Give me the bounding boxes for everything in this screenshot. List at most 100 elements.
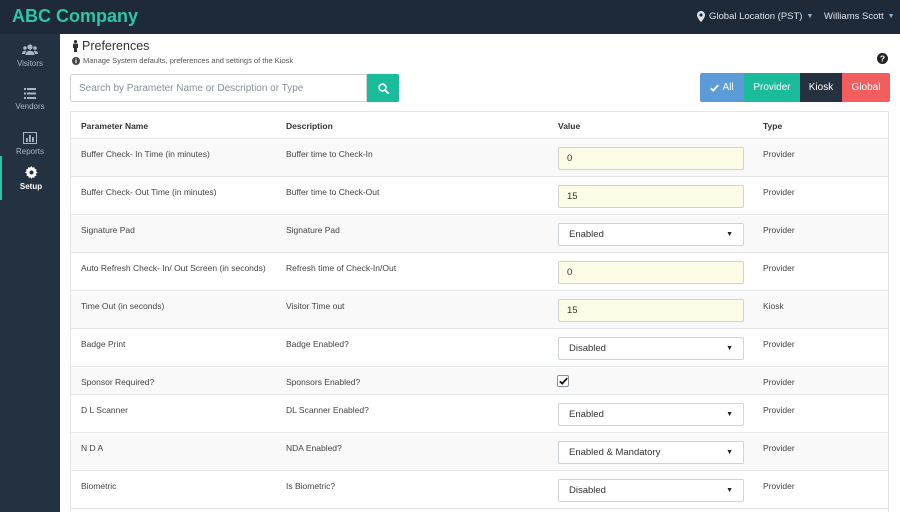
chevron-down-icon: ▼	[887, 13, 895, 20]
top-bar: ABC Company Global Location (PST) ▼ Will…	[0, 0, 900, 34]
parameter-name: N D A	[81, 443, 104, 453]
chevron-down-icon: ▼	[806, 13, 814, 20]
parameter-type: Provider	[763, 443, 795, 453]
parameter-type: Kiosk	[763, 301, 784, 311]
parameter-type: Provider	[763, 149, 795, 159]
check-icon	[710, 84, 720, 92]
parameter-description: Is Biometric?	[286, 481, 336, 491]
parameter-name: Time Out (in seconds)	[81, 301, 165, 311]
sidebar-item-label: Visitors	[16, 58, 44, 68]
gear-icon	[24, 165, 38, 179]
table-row: Sponsor Required? Sponsors Enabled? Provid…	[71, 368, 888, 395]
user-menu[interactable]: Williams Scott ▼	[824, 11, 895, 22]
table-row: Biometric Is Biometric? Disabled ▼ Provider	[71, 472, 888, 509]
table-row: Buffer Check- In Time (in minutes) Buffer…	[71, 140, 888, 177]
column-header-name: Parameter Name	[81, 121, 149, 131]
preferences-table: Parameter Name Description Value Type Bu…	[70, 111, 889, 512]
parameter-description: Refresh time of Check-In/Out	[286, 263, 397, 273]
chevron-down-icon: ▼	[726, 411, 733, 418]
filter-kiosk-button[interactable]: Kiosk	[800, 73, 842, 102]
page-subtitle: Manage System defaults, preferences and …	[72, 56, 293, 65]
location-label: Global Location (PST)	[709, 11, 803, 22]
parameter-type: Provider	[763, 225, 795, 235]
table-row: D L Scanner DL Scanner Enabled? Enabled ▼ Pr…	[71, 396, 888, 433]
help-icon[interactable]: ?	[877, 53, 888, 64]
parameter-type: Provider	[763, 339, 795, 349]
value-input[interactable]	[558, 299, 744, 322]
table-row: N D A NDA Enabled? Enabled & Mandatory ▼ Pro…	[71, 434, 888, 471]
page-subtitle-text: Manage System defaults, preferences and …	[83, 56, 294, 65]
parameter-description: DL Scanner Enabled?	[286, 405, 369, 415]
page-title: Preferences	[72, 39, 149, 53]
list-icon	[24, 88, 36, 99]
map-marker-icon	[697, 11, 705, 22]
parameter-name: Sponsor Required?	[81, 377, 155, 387]
parameter-name: Badge Print	[81, 339, 126, 349]
parameter-name: Biometric	[81, 481, 117, 491]
value-input[interactable]	[558, 185, 744, 208]
table-row: Time Out (in seconds) Visitor Time out Kio…	[71, 292, 888, 329]
table-row: Auto Refresh Check- In/ Out Screen (in s…	[71, 254, 888, 291]
info-icon	[72, 56, 80, 65]
value-select[interactable]: Enabled ▼	[558, 403, 744, 426]
value-input[interactable]	[558, 261, 744, 284]
table-header: Parameter Name Description Value Type	[71, 112, 888, 139]
parameter-description: Signature Pad	[286, 225, 340, 235]
parameter-description: Visitor Time out	[286, 301, 345, 311]
parameter-description: NDA Enabled?	[286, 443, 342, 453]
table-row: Signature Pad Signature Pad Enabled ▼ Provid…	[71, 216, 888, 253]
brand-name[interactable]: ABC Company	[12, 6, 138, 27]
parameter-type: Provider	[763, 187, 795, 197]
filter-global-button[interactable]: Global	[842, 73, 890, 102]
sidebar-item-visitors[interactable]: Visitors	[0, 34, 60, 77]
sidebar-item-label: Vendors	[15, 102, 45, 111]
main-content: Preferences Manage System defaults, pref…	[60, 34, 900, 512]
value-checkbox[interactable]	[557, 375, 569, 387]
parameter-description: Buffer time to Check-Out	[286, 187, 380, 197]
filter-provider-label: Provider	[753, 82, 791, 93]
selected-option: Enabled	[569, 229, 604, 240]
users-icon	[22, 43, 38, 55]
filter-kiosk-label: Kiosk	[808, 82, 834, 93]
value-input[interactable]	[558, 147, 744, 170]
selected-option: Disabled	[569, 485, 606, 496]
value-select[interactable]: Disabled ▼	[558, 337, 744, 360]
column-header-description: Description	[286, 121, 333, 131]
user-name: Williams Scott	[824, 11, 884, 22]
type-filter-group: All Provider Kiosk Global	[700, 73, 890, 102]
search-icon	[377, 82, 389, 94]
selected-option: Enabled	[569, 409, 604, 420]
sidebar-item-setup[interactable]: Setup	[0, 156, 60, 200]
parameter-type: Provider	[763, 263, 795, 273]
selected-option: Disabled	[569, 343, 606, 354]
location-selector[interactable]: Global Location (PST) ▼	[697, 11, 813, 22]
filter-provider-button[interactable]: Provider	[744, 73, 800, 102]
column-header-type: Type	[763, 121, 783, 131]
parameter-name: Buffer Check- Out Time (in minutes)	[81, 187, 217, 197]
table-row: Buffer Check- Out Time (in minutes) Buffe…	[71, 178, 888, 215]
parameter-name: Signature Pad	[81, 225, 135, 235]
parameter-type: Provider	[763, 481, 795, 491]
parameter-name: Auto Refresh Check- In/ Out Screen (in s…	[81, 263, 266, 273]
chevron-down-icon: ▼	[726, 231, 733, 238]
value-select[interactable]: Enabled ▼	[558, 223, 744, 246]
filter-global-label: Global	[851, 82, 881, 93]
value-select[interactable]: Enabled & Mandatory ▼	[558, 441, 744, 464]
chevron-down-icon: ▼	[726, 449, 733, 456]
value-select[interactable]: Disabled ▼	[558, 479, 744, 502]
column-header-value: Value	[558, 121, 581, 131]
filter-all-label: All	[722, 82, 734, 93]
search-input[interactable]	[70, 74, 367, 102]
selected-option: Enabled & Mandatory	[569, 447, 661, 458]
parameter-name: Buffer Check- In Time (in minutes)	[81, 149, 210, 159]
person-icon	[73, 40, 78, 52]
parameter-name: D L Scanner	[81, 405, 128, 415]
filter-all-button[interactable]: All	[700, 73, 744, 102]
sidebar-item-label: Setup	[19, 181, 43, 191]
parameter-description: Buffer time to Check-In	[286, 149, 373, 159]
sidebar-item-vendors[interactable]: Vendors	[0, 78, 60, 121]
sidebar-item-label: Reports	[15, 146, 44, 156]
search-button[interactable]	[367, 74, 399, 102]
sidebar: Visitors Vendors Reports Setup	[0, 34, 60, 512]
bar-chart-icon	[23, 131, 37, 144]
